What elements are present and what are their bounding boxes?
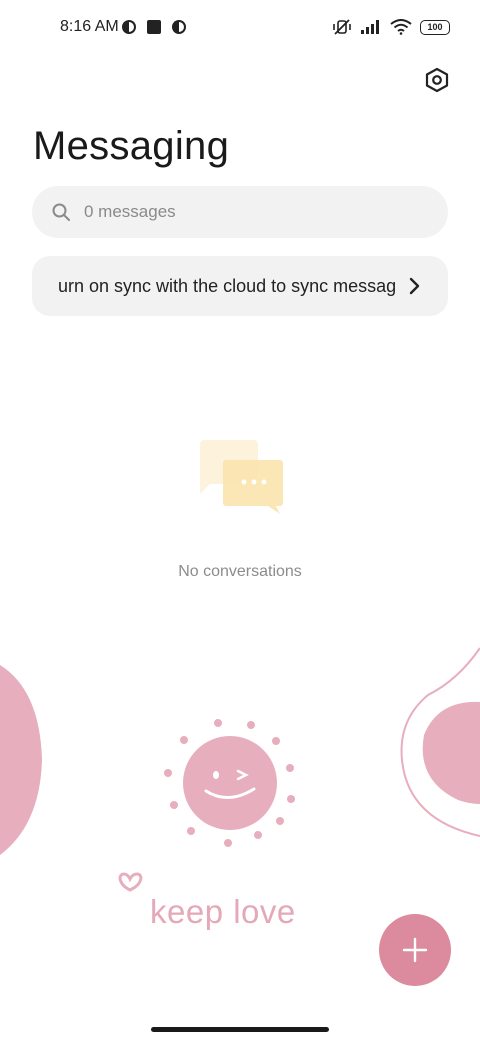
chevron-right-icon xyxy=(409,277,420,295)
heart-icon xyxy=(118,872,143,892)
vpn-icon xyxy=(172,20,186,34)
status-bar: 8:16 AM 100 xyxy=(0,0,480,56)
plus-icon xyxy=(402,937,428,963)
decorative-blob-left xyxy=(0,665,42,855)
search-input[interactable] xyxy=(82,201,426,223)
page-title: Messaging xyxy=(33,124,230,168)
signal-icon xyxy=(361,20,379,34)
search-bar[interactable] xyxy=(32,186,448,238)
new-message-button[interactable] xyxy=(379,914,451,986)
sync-banner-text: urn on sync with the cloud to sync messa… xyxy=(58,275,397,296)
status-right-icons: 100 xyxy=(332,18,450,36)
status-time: 8:16 AM xyxy=(60,18,119,35)
chat-bubbles-icon xyxy=(200,440,283,514)
home-indicator[interactable] xyxy=(151,1027,329,1032)
status-left-icons xyxy=(121,19,187,35)
keep-love-caption: keep love xyxy=(150,893,296,930)
battery-icon: 100 xyxy=(420,19,450,35)
vpn-icon xyxy=(122,20,136,34)
settings-button[interactable] xyxy=(422,65,452,95)
wifi-icon xyxy=(390,19,412,35)
decorative-blob-right xyxy=(400,647,480,837)
search-icon xyxy=(52,203,70,221)
smiling-sun-illustration xyxy=(164,719,295,847)
square-app-icon xyxy=(147,20,161,34)
mute-vibrate-icon xyxy=(333,19,351,35)
gear-hexagon-icon xyxy=(425,67,449,93)
sync-banner[interactable]: urn on sync with the cloud to sync messa… xyxy=(32,256,448,316)
empty-state-text: No conversations xyxy=(178,563,302,580)
